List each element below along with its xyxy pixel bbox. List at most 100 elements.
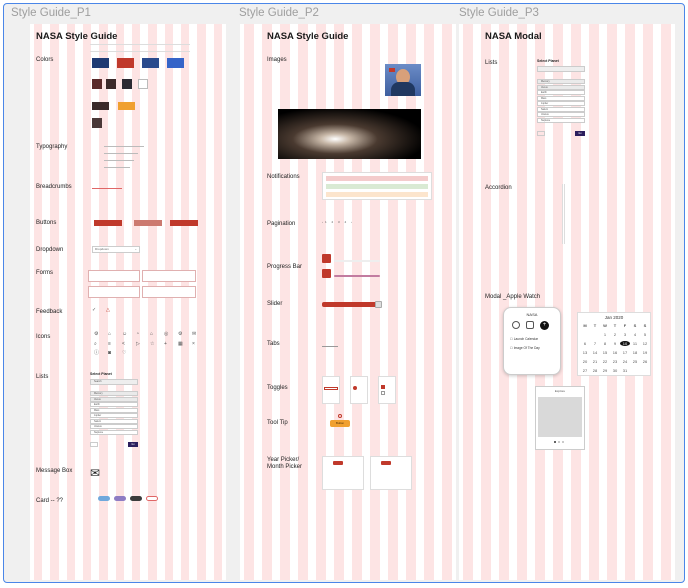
form-field-2[interactable] (142, 270, 196, 282)
list-item[interactable]: Saturn (90, 418, 138, 424)
radio-selected[interactable] (353, 386, 357, 390)
breadcrumb[interactable] (92, 185, 122, 189)
add-icon[interactable]: + (540, 321, 549, 330)
list-item[interactable]: Mercury (537, 79, 585, 84)
chip-2[interactable] (114, 496, 126, 501)
frame-label-p3[interactable]: Style Guide_P3 (459, 7, 539, 19)
list-item[interactable]: Earth (90, 402, 138, 407)
calendar-day[interactable]: 8 (600, 341, 610, 346)
list-item[interactable]: Neptune (90, 429, 138, 435)
notification-success[interactable] (326, 184, 428, 189)
calendar-day[interactable]: 18 (630, 350, 640, 355)
calendar-day[interactable]: 2 (610, 332, 620, 337)
form-field-4[interactable] (142, 286, 196, 298)
notification-warning[interactable] (326, 192, 428, 197)
slider-track[interactable] (322, 302, 380, 307)
list-back-button[interactable] (537, 131, 545, 136)
calendar-day[interactable]: 3 (620, 332, 630, 337)
calendar-icon[interactable] (512, 321, 520, 329)
list-item[interactable]: Venus (537, 84, 585, 90)
checkbox-unchecked[interactable] (381, 391, 385, 395)
calendar-day[interactable]: 30 (610, 368, 620, 373)
form-field-3[interactable] (88, 286, 140, 298)
chip-4[interactable] (146, 496, 158, 501)
tooltip-info-icon[interactable] (338, 414, 342, 418)
frame-label-p1[interactable]: Style Guide_P1 (11, 7, 91, 19)
calendar-day[interactable]: 1 (600, 332, 610, 337)
section-typography: Typography (36, 144, 68, 150)
form-field-1[interactable] (88, 270, 140, 282)
watch-option-image-of-day[interactable]: ☐ Image Of The Day (510, 346, 540, 350)
list-item[interactable]: Uranus (90, 424, 138, 429)
list-item[interactable]: Jupiter (90, 413, 138, 418)
dropdown-select[interactable]: Dropdown ⌄ (92, 246, 140, 253)
calendar-day[interactable]: 19 (640, 350, 650, 355)
calendar-day[interactable]: 12 (640, 341, 650, 346)
list-item[interactable]: Mercury (90, 391, 138, 396)
accordion-collapsed[interactable] (537, 184, 563, 244)
list-item[interactable]: Uranus (537, 112, 585, 117)
calendar-day[interactable]: 16 (610, 350, 620, 355)
pagination-control[interactable]: ‹1 2 3 4 › (322, 220, 358, 225)
watch-option-launch-calendar[interactable]: ☐ Launch Calendar (510, 337, 538, 341)
year-picker[interactable] (322, 456, 364, 490)
calendar-day[interactable]: 5 (640, 332, 650, 337)
calendar-weekday: F (623, 323, 627, 328)
calendar-day[interactable]: 7 (590, 341, 600, 346)
list-item[interactable]: Saturn (537, 106, 585, 112)
calendar-day[interactable]: 27 (580, 368, 590, 373)
list-item[interactable]: Mars (537, 95, 585, 101)
calendar-day[interactable]: 10 (620, 341, 630, 346)
list-go-button[interactable]: Go (575, 131, 585, 136)
list-back-button[interactable] (90, 442, 98, 447)
notification-error[interactable] (326, 176, 428, 181)
calendar-day[interactable]: 11 (630, 341, 640, 346)
slider-handle[interactable] (375, 301, 382, 308)
calendar-day[interactable]: 9 (610, 341, 620, 346)
camera-icon[interactable] (526, 321, 534, 329)
checkbox-checked[interactable] (381, 385, 385, 389)
tooltip-button[interactable]: Button (330, 420, 350, 427)
swatch-single (92, 118, 102, 128)
watch-modal: NASA + ☐ Launch Calendar ☐ Image Of The … (503, 307, 561, 375)
chip-1[interactable] (98, 496, 110, 501)
calendar-day[interactable]: 13 (580, 350, 590, 355)
list-item[interactable]: Neptune (537, 117, 585, 123)
calendar-day[interactable]: 15 (600, 350, 610, 355)
list-search-input[interactable] (537, 66, 585, 72)
tertiary-button[interactable] (170, 220, 198, 226)
year-picker-selected[interactable] (333, 461, 343, 465)
chip-3[interactable] (130, 496, 142, 501)
calendar-day[interactable]: 17 (620, 350, 630, 355)
list-item[interactable]: Venus (90, 396, 138, 402)
list-go-button[interactable]: Go (128, 442, 138, 447)
calendar-day[interactable]: 20 (580, 359, 590, 364)
month-picker-selected[interactable] (381, 461, 391, 465)
calendar-day[interactable]: 26 (640, 359, 650, 364)
envelope-icon[interactable]: ✉ (90, 467, 100, 479)
list-item[interactable]: Earth (537, 90, 585, 95)
calendar-day[interactable]: 24 (620, 359, 630, 364)
calendar-day[interactable]: 28 (590, 368, 600, 373)
list-search-input[interactable]: Search (90, 379, 138, 385)
primary-button[interactable] (94, 220, 122, 226)
toggle-switch-1[interactable] (324, 387, 338, 390)
calendar-day[interactable]: 21 (590, 359, 600, 364)
gallery-pagination-dots[interactable] (554, 441, 570, 444)
calendar-day[interactable]: 31 (620, 368, 630, 373)
calendar-day[interactable]: 4 (630, 332, 640, 337)
calendar-day[interactable]: 29 (600, 368, 610, 373)
calendar-day[interactable]: 23 (610, 359, 620, 364)
calendar-day[interactable]: 25 (630, 359, 640, 364)
calendar-day[interactable]: 14 (590, 350, 600, 355)
tab-bar[interactable] (322, 340, 338, 347)
calendar-day[interactable]: 22 (600, 359, 610, 364)
list-item[interactable]: Jupiter (537, 101, 585, 106)
accordion-expanded[interactable] (564, 184, 594, 244)
secondary-button[interactable] (134, 220, 162, 226)
menu-icon: ≡ (108, 341, 111, 347)
calendar-day[interactable]: 6 (580, 341, 590, 346)
frame-label-p2[interactable]: Style Guide_P2 (239, 7, 319, 19)
month-picker[interactable] (370, 456, 412, 490)
list-item[interactable]: Mars (90, 407, 138, 413)
